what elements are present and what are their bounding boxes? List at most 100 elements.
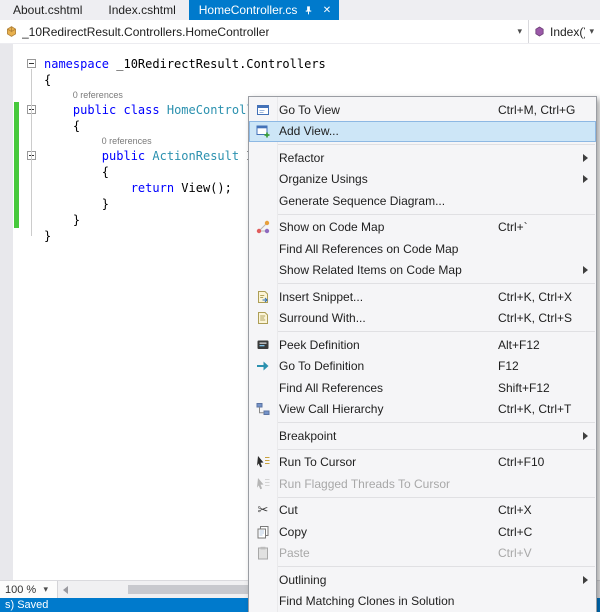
menu-item-label: Peek Definition (279, 337, 360, 352)
run-flagged-icon (249, 476, 277, 492)
menu-item-generate-sequence-diagram[interactable]: Generate Sequence Diagram... (249, 190, 596, 212)
member-dropdown[interactable]: Index() ▾ (528, 20, 600, 43)
track-changes-bar (14, 134, 19, 148)
menu-item-label: Paste (279, 546, 310, 561)
menu-item-cut[interactable]: ✂ Cut Ctrl+X (249, 500, 596, 522)
submenu-arrow-icon (578, 153, 592, 162)
tab-label: HomeController.cs (198, 3, 298, 17)
menu-item-shortcut: Ctrl+K, Ctrl+S (498, 311, 573, 326)
menu-item-label: Breakpoint (279, 428, 337, 443)
menu-item-show-related-items-on-code-map[interactable]: Show Related Items on Code Map (249, 260, 596, 282)
code-line: namespace _10RedirectResult.Controllers (44, 57, 326, 71)
menu-item-run-flagged-threads-to-cursor[interactable]: Run Flagged Threads To Cursor (249, 473, 596, 495)
call-hierarchy-icon (249, 401, 277, 417)
track-changes-bar (14, 180, 19, 196)
menu-item-outlining[interactable]: Outlining (249, 569, 596, 591)
menu-item-paste[interactable]: Paste Ctrl+V (249, 543, 596, 565)
insert-snippet-icon (249, 289, 277, 305)
menu-item-refactor[interactable]: Refactor (249, 147, 596, 169)
menu-item-go-to-view[interactable]: Go To View Ctrl+M, Ctrl+G (249, 99, 596, 121)
menu-item-show-on-code-map[interactable]: Show on Code Map Ctrl+` (249, 217, 596, 239)
paste-icon (249, 545, 277, 561)
menu-item-organize-usings[interactable]: Organize Usings (249, 169, 596, 191)
menu-item-label: Show Related Items on Code Map (279, 263, 462, 278)
menu-item-add-view[interactable]: Add View... (249, 120, 596, 142)
menu-item-peek-definition[interactable]: Peek Definition Alt+F12 (249, 334, 596, 356)
menu-item-insert-snippet[interactable]: Insert Snippet... Ctrl+K, Ctrl+X (249, 286, 596, 308)
menu-item-shortcut: Ctrl+F10 (498, 455, 545, 470)
menu-item-label: Insert Snippet... (279, 289, 364, 304)
editor-navigation-bar: _10RedirectResult.Controllers.HomeContro… (0, 20, 600, 44)
chevron-down-icon: ▾ (43, 584, 48, 594)
surround-with-icon (249, 310, 277, 326)
zoom-value: 100 % (5, 583, 37, 596)
menu-item-shortcut: Ctrl+` (498, 220, 528, 235)
menu-item-label: Run To Cursor (279, 455, 357, 470)
menu-item-label: View Call Hierarchy (279, 402, 384, 417)
menu-item-label: Run Flagged Threads To Cursor (279, 476, 450, 491)
menu-item-label: Go To View (279, 102, 340, 117)
member-dropdown-value: Index() (550, 24, 586, 39)
type-dropdown[interactable]: _10RedirectResult.Controllers.HomeContro… (0, 20, 528, 43)
menu-item-shortcut: Ctrl+X (498, 503, 532, 518)
go-to-view-icon (249, 102, 277, 118)
track-changes-bar (14, 212, 19, 228)
menu-separator (277, 496, 595, 498)
track-changes-bar (14, 164, 19, 180)
menu-item-view-call-hierarchy[interactable]: View Call Hierarchy Ctrl+K, Ctrl+T (249, 399, 596, 421)
tab-label: About.cshtml (13, 3, 83, 17)
menu-separator (277, 422, 595, 423)
menu-item-find-all-references[interactable]: Find All References Shift+F12 (249, 377, 596, 399)
outline-collapse-box[interactable] (27, 59, 36, 68)
track-changes-bar (14, 118, 19, 134)
class-icon (5, 25, 18, 38)
tab-about-cshtml[interactable]: About.cshtml (0, 0, 95, 20)
chevron-down-icon[interactable]: ▾ (513, 26, 526, 37)
menu-item-label: Go To Definition (279, 359, 365, 374)
menu-item-run-to-cursor[interactable]: Run To Cursor Ctrl+F10 (249, 452, 596, 474)
menu-item-label: Show on Code Map (279, 220, 385, 235)
menu-item-shortcut: F12 (498, 359, 519, 374)
menu-item-go-to-definition[interactable]: Go To Definition F12 (249, 356, 596, 378)
menu-separator (277, 566, 595, 567)
menu-separator (277, 331, 595, 332)
method-icon (533, 25, 546, 38)
menu-separator (277, 283, 595, 284)
tab-label: Index.cshtml (108, 3, 176, 17)
pin-icon[interactable] (302, 4, 315, 17)
menu-item-shortcut: Shift+F12 (498, 380, 550, 395)
menu-item-find-all-references-on-code-map[interactable]: Find All References on Code Map (249, 238, 596, 260)
menu-item-find-matching-clones-in-solution[interactable]: Find Matching Clones in Solution (249, 591, 596, 612)
code-line: { (44, 73, 52, 87)
submenu-arrow-icon (578, 575, 592, 584)
breakpoint-margin[interactable] (0, 44, 13, 580)
close-icon[interactable]: ✕ (320, 4, 333, 17)
chevron-down-icon[interactable]: ▾ (585, 26, 598, 37)
menu-item-shortcut: Ctrl+M, Ctrl+G (498, 102, 576, 117)
outline-guide-line (31, 69, 32, 236)
visual-studio-window: About.cshtml Index.cshtml HomeController.c… (0, 0, 600, 612)
tab-homecontroller-cs[interactable]: HomeController.cs ✕ (188, 0, 340, 20)
submenu-arrow-icon (578, 266, 592, 275)
menu-item-label: Find Matching Clones in Solution (279, 594, 455, 609)
menu-item-copy[interactable]: Copy Ctrl+C (249, 521, 596, 543)
menu-item-label: Generate Sequence Diagram... (279, 193, 446, 208)
zoom-control[interactable]: 100 % ▾ (0, 581, 58, 598)
track-changes-bar (14, 196, 19, 212)
tab-index-cshtml[interactable]: Index.cshtml (95, 0, 188, 20)
menu-item-label: Add View... (279, 124, 339, 139)
menu-item-shortcut: Ctrl+C (498, 524, 533, 539)
menu-item-surround-with[interactable]: Surround With... Ctrl+K, Ctrl+S (249, 308, 596, 330)
menu-separator (277, 448, 595, 450)
menu-item-shortcut: Ctrl+V (498, 546, 532, 561)
submenu-arrow-icon (578, 175, 592, 184)
track-changes-bar (14, 102, 19, 118)
cut-icon: ✂ (257, 502, 269, 518)
scroll-left-icon[interactable] (63, 586, 68, 594)
copy-icon (249, 524, 277, 540)
menu-separator (277, 144, 595, 145)
menu-item-label: Refactor (279, 150, 325, 165)
peek-definition-icon (249, 337, 277, 353)
menu-item-breakpoint[interactable]: Breakpoint (249, 425, 596, 447)
menu-item-shortcut: Ctrl+K, Ctrl+T (498, 402, 572, 417)
